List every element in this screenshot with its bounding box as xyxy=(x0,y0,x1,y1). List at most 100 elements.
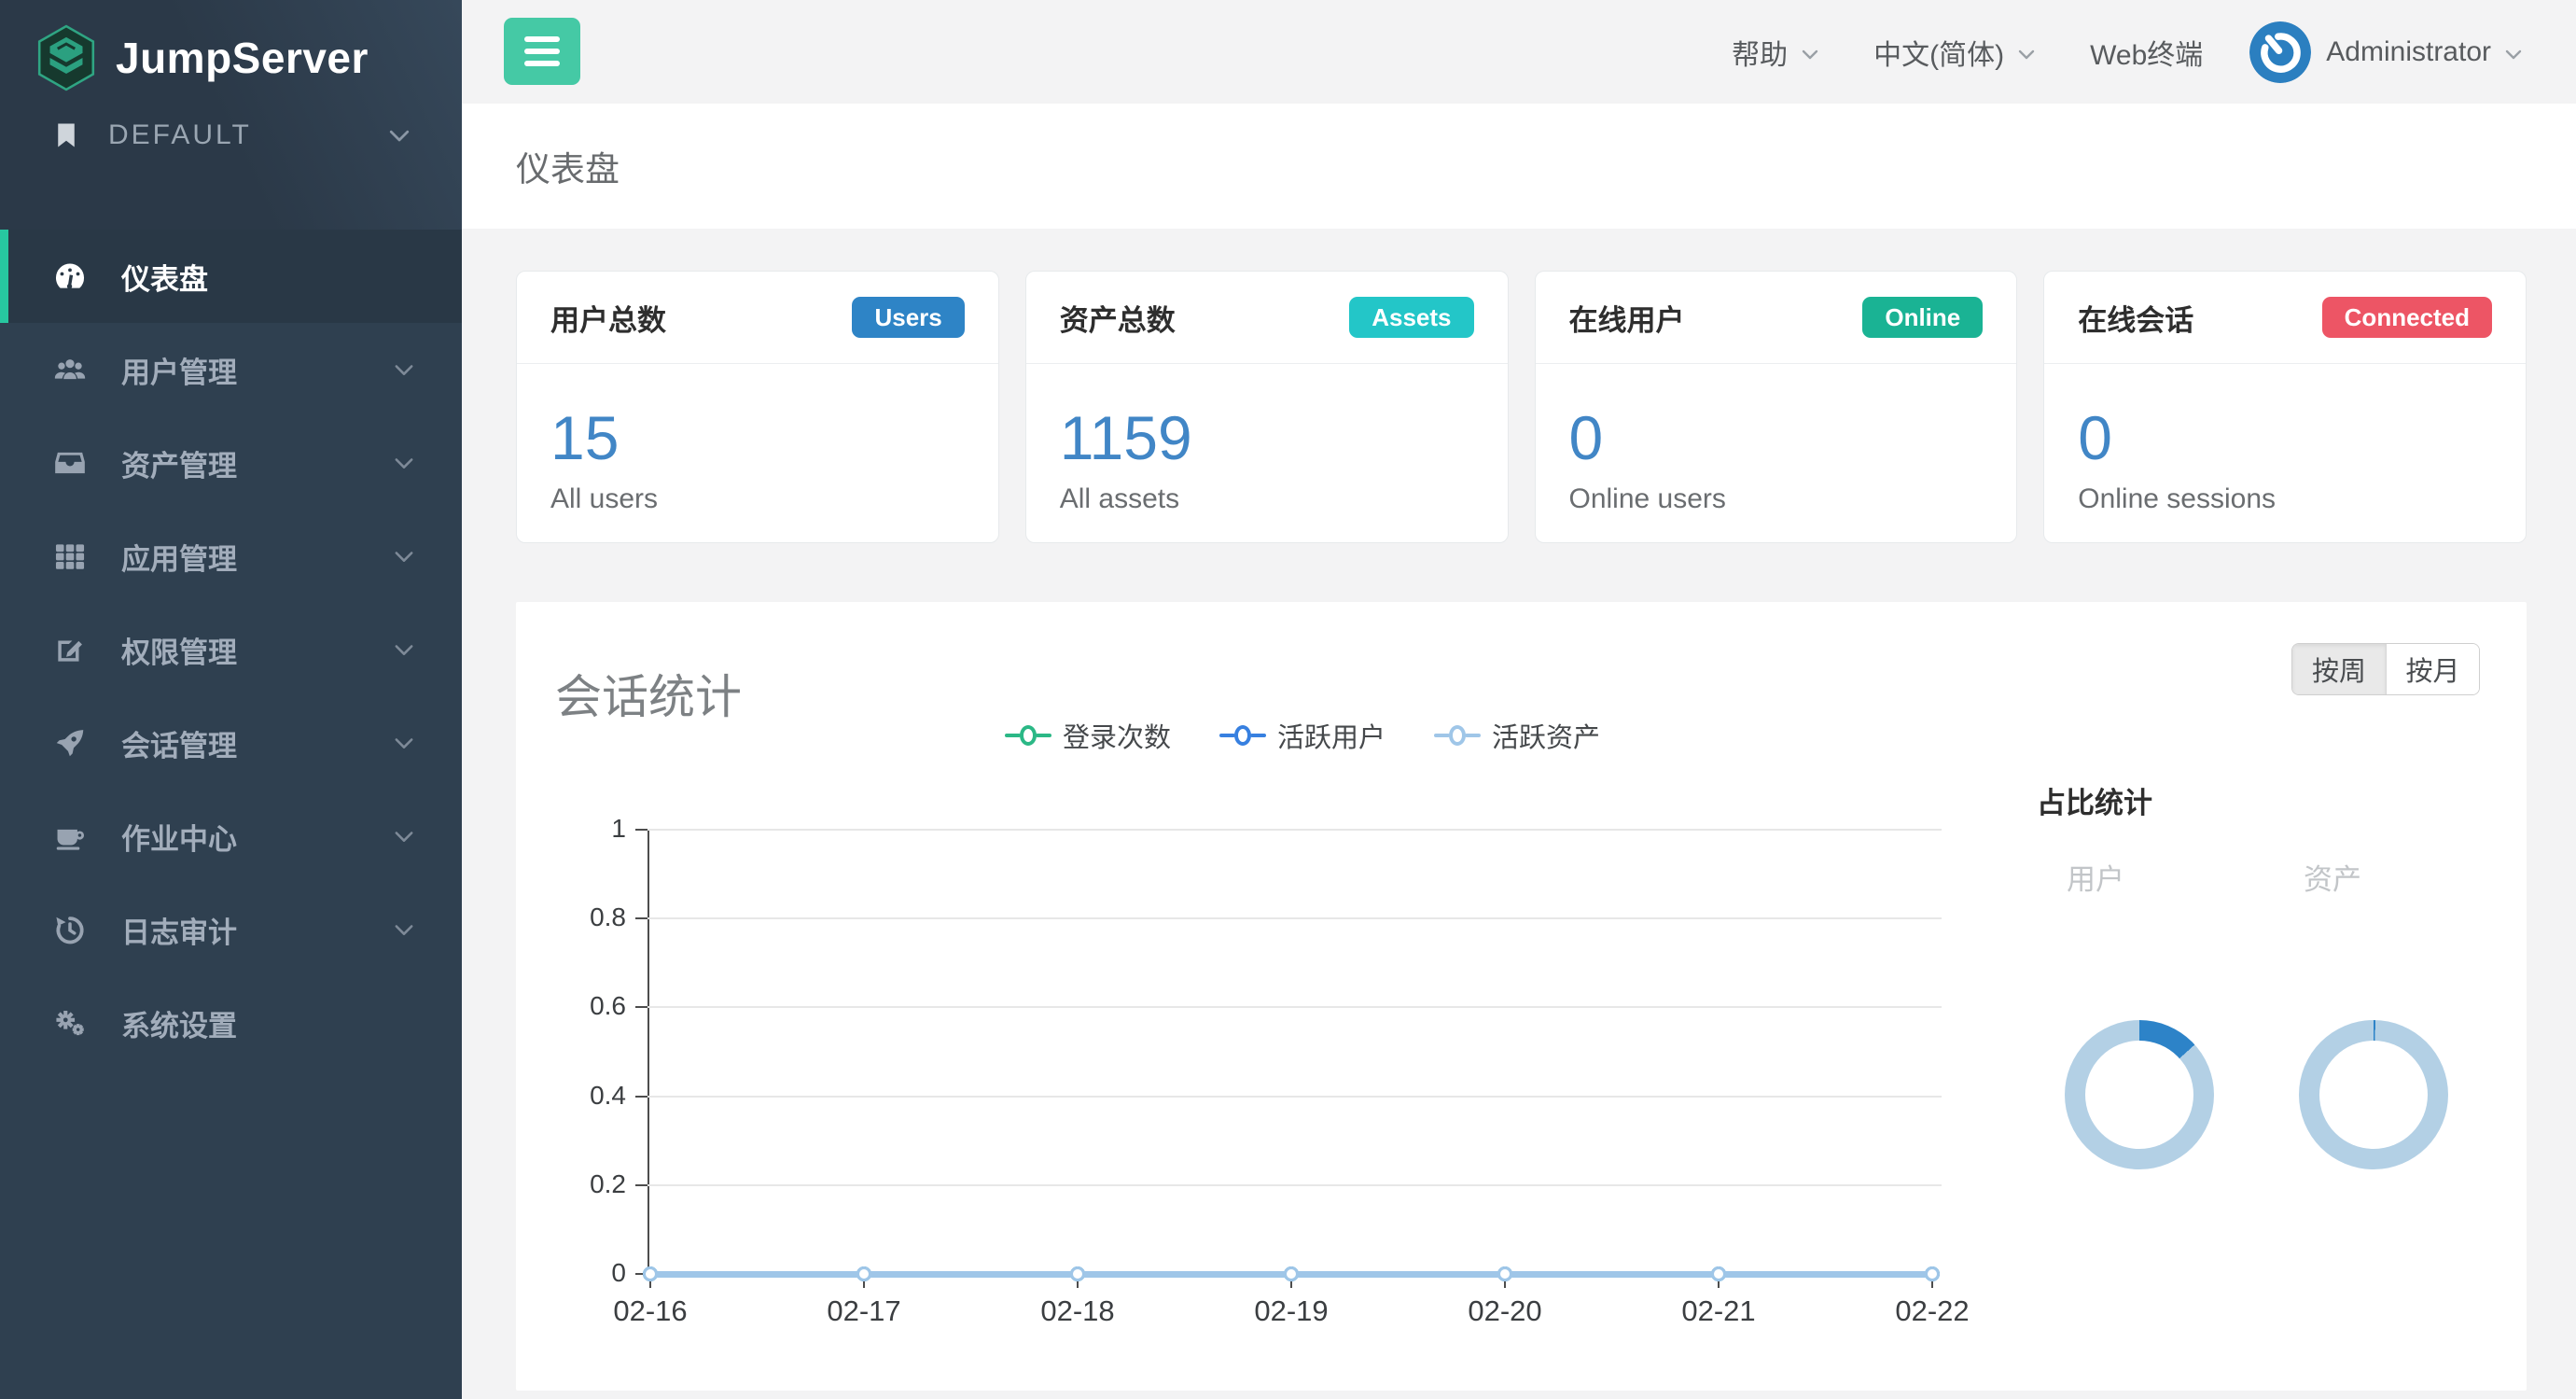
chevron-down-icon xyxy=(391,357,417,383)
sidebar-item-jobs[interactable]: 作业中心 xyxy=(0,790,462,883)
x-axis-label: 02-16 xyxy=(594,1294,706,1328)
hamburger-icon xyxy=(524,36,560,42)
sidebar-item-apps[interactable]: 应用管理 xyxy=(0,510,462,603)
sidebar: JumpServer DEFAULT 仪表盘用户管理资产管理应用管理权限管理会话… xyxy=(0,0,462,1399)
y-axis-tick xyxy=(635,1006,647,1008)
sidebar-item-settings[interactable]: 系统设置 xyxy=(0,976,462,1070)
main-area: 帮助 中文(简体) Web终端 Administrator 仪表 xyxy=(462,0,2576,1399)
sidebar-item-users[interactable]: 用户管理 xyxy=(0,323,462,416)
sidebar-item-perms[interactable]: 权限管理 xyxy=(0,603,462,696)
sidebar-item-label: 作业中心 xyxy=(121,816,237,858)
sidebar-item-label: 权限管理 xyxy=(121,629,237,671)
rocket-icon xyxy=(52,724,95,762)
edit-icon xyxy=(52,631,95,668)
sidebar-item-audits[interactable]: 日志审计 xyxy=(0,883,462,976)
data-point-marker xyxy=(1711,1266,1726,1281)
stat-card-body: 0 Online sessions xyxy=(2044,364,2526,515)
data-point-marker xyxy=(856,1266,871,1281)
brand[interactable]: JumpServer xyxy=(0,24,462,91)
chevron-down-icon xyxy=(2015,41,2038,63)
username: Administrator xyxy=(2326,36,2491,68)
help-menu[interactable]: 帮助 xyxy=(1732,32,1821,73)
stat-card-header: 在线会话Connected xyxy=(2044,272,2526,364)
data-point-marker xyxy=(1284,1266,1299,1281)
y-axis-label: 1 xyxy=(533,814,626,844)
users-icon xyxy=(52,351,95,388)
x-axis-label: 02-18 xyxy=(1022,1294,1134,1328)
gridline xyxy=(647,917,1942,919)
web-terminal-link[interactable]: Web终端 xyxy=(2090,32,2203,73)
sidebar-item-label: 仪表盘 xyxy=(121,256,208,298)
language-menu[interactable]: 中文(简体) xyxy=(1873,32,2038,73)
stat-card-body: 0 Online users xyxy=(1536,364,2017,515)
sidebar-item-label: 会话管理 xyxy=(121,722,237,764)
chevron-down-icon xyxy=(391,916,417,943)
y-axis-tick xyxy=(635,1184,647,1186)
org-selector[interactable]: DEFAULT xyxy=(0,119,462,151)
sidebar-item-sessions[interactable]: 会话管理 xyxy=(0,696,462,790)
stat-card-label: All assets xyxy=(1060,483,1474,515)
status-badge: Online xyxy=(1862,297,1983,338)
stat-card-value: 15 xyxy=(550,403,965,474)
sidebar-collapse-button[interactable] xyxy=(504,18,580,85)
avatar[interactable] xyxy=(2249,21,2311,83)
gridline xyxy=(647,1184,1942,1186)
x-axis-label: 02-21 xyxy=(1663,1294,1775,1328)
chevron-down-icon xyxy=(391,450,417,476)
chevron-down-icon xyxy=(391,637,417,663)
stat-card-label: Online users xyxy=(1569,483,1984,515)
page-title: 仪表盘 xyxy=(516,141,620,191)
content: 用户总数Users15All users资产总数Assets1159All as… xyxy=(462,229,2576,1391)
stat-card-header: 用户总数 Users xyxy=(517,272,998,364)
coffee-icon xyxy=(52,818,95,855)
stat-card-online-users: 在线用户 Online 0 Online users xyxy=(1535,271,2018,543)
donut-chart-1 xyxy=(2065,1020,2214,1169)
line-chart: 00.20.40.60.8102-1602-1702-1802-1902-200… xyxy=(516,602,2527,1391)
sidebar-header: JumpServer DEFAULT xyxy=(0,0,462,230)
y-axis-label: 0 xyxy=(533,1258,626,1288)
sidebar-item-dashboard[interactable]: 仪表盘 xyxy=(0,230,462,323)
status-badge: Assets xyxy=(1349,297,1473,338)
data-point-marker xyxy=(1925,1266,1940,1281)
user-menu[interactable]: Administrator xyxy=(2326,36,2525,68)
help-label: 帮助 xyxy=(1732,32,1788,73)
x-axis-label: 02-17 xyxy=(808,1294,920,1328)
stat-card-total-assets: 资产总数Assets1159All assets xyxy=(1025,271,1509,543)
assets-icon xyxy=(52,444,95,482)
stat-card-value: 0 xyxy=(1569,403,1984,474)
topbar-right: 帮助 中文(简体) Web终端 Administrator xyxy=(1732,0,2525,104)
stat-card-value: 1159 xyxy=(1060,403,1474,474)
stat-card-title: 在线会话 xyxy=(2078,297,2193,339)
stat-card-online-sessions: 在线会话Connected 0 Online sessions xyxy=(2043,271,2527,543)
donut-chart-2 xyxy=(2299,1020,2448,1169)
sidebar-nav: 仪表盘用户管理资产管理应用管理权限管理会话管理作业中心日志审计系统设置 xyxy=(0,230,462,1070)
x-axis-label: 02-20 xyxy=(1449,1294,1561,1328)
stat-card-value: 0 xyxy=(2078,403,2492,474)
y-axis-label: 0.4 xyxy=(533,1081,626,1111)
donut-label-1: 用户 xyxy=(2067,856,2124,898)
y-axis-label: 0.2 xyxy=(533,1169,626,1199)
y-axis-tick xyxy=(635,1096,647,1098)
y-axis-label: 0.8 xyxy=(533,902,626,932)
stat-card-label: Online sessions xyxy=(2078,483,2492,515)
chevron-down-icon xyxy=(391,730,417,756)
dashboard-icon xyxy=(52,258,95,295)
stat-card-body: 1159 All assets xyxy=(1026,364,1508,515)
proportion-title: 占比统计 xyxy=(2037,779,2152,821)
stat-card-total-users: 用户总数 Users 15All users xyxy=(516,271,999,543)
page-header: 仪表盘 xyxy=(462,104,2576,229)
language-label: 中文(简体) xyxy=(1873,32,2004,73)
chevron-down-icon xyxy=(391,823,417,849)
jumpserver-logo-icon xyxy=(35,24,97,91)
stat-card-title: 在线用户 xyxy=(1569,297,1685,339)
stat-card-body: 15All users xyxy=(517,364,998,515)
stat-cards-row: 用户总数Users15All users资产总数Assets1159All as… xyxy=(516,271,2527,543)
data-point-marker xyxy=(643,1266,658,1281)
status-badge: Users xyxy=(852,297,964,338)
gridline xyxy=(647,1006,1942,1008)
stat-card-title: 用户总数 xyxy=(550,297,666,339)
x-axis-label: 02-19 xyxy=(1235,1294,1347,1328)
chevron-down-icon xyxy=(385,121,413,149)
chevron-down-icon xyxy=(2502,41,2525,63)
sidebar-item-assets[interactable]: 资产管理 xyxy=(0,416,462,510)
